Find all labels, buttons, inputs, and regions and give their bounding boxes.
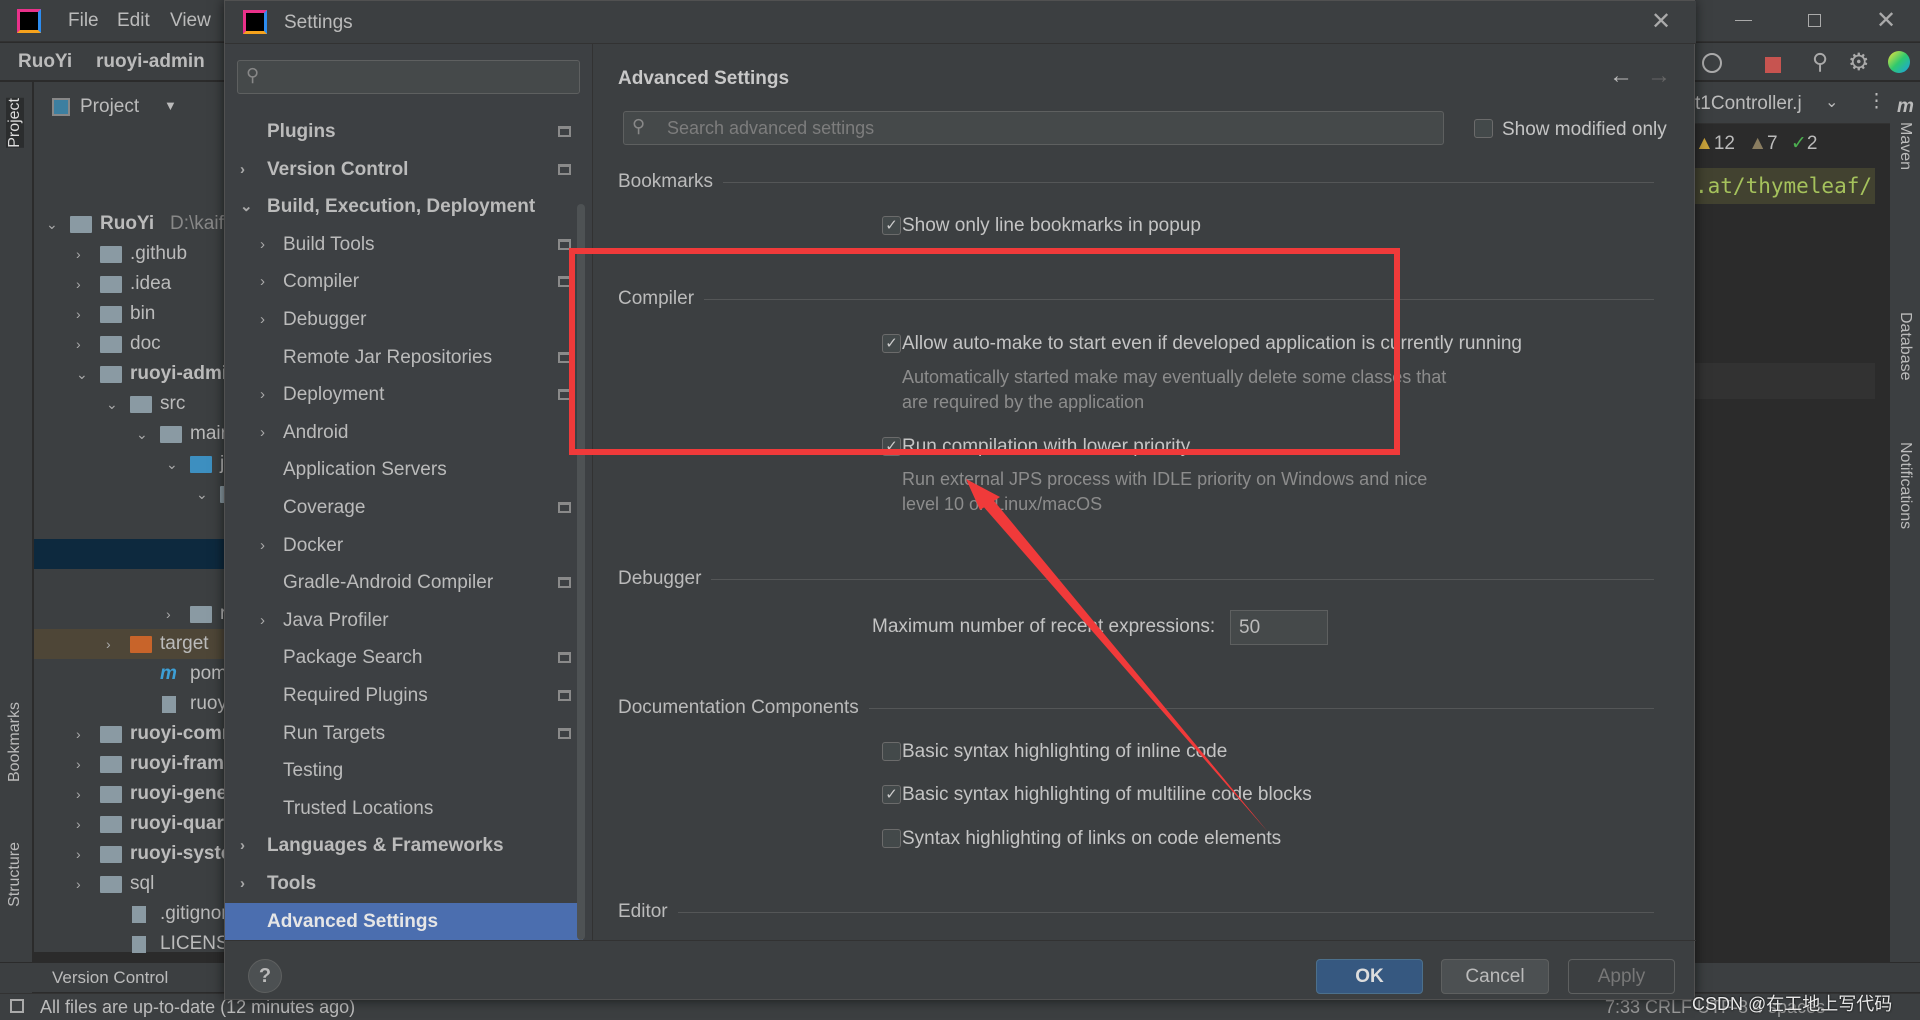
annotation-overlay [569, 248, 1400, 832]
highlight-box [569, 248, 1400, 455]
arrow-shaft [975, 490, 1268, 832]
